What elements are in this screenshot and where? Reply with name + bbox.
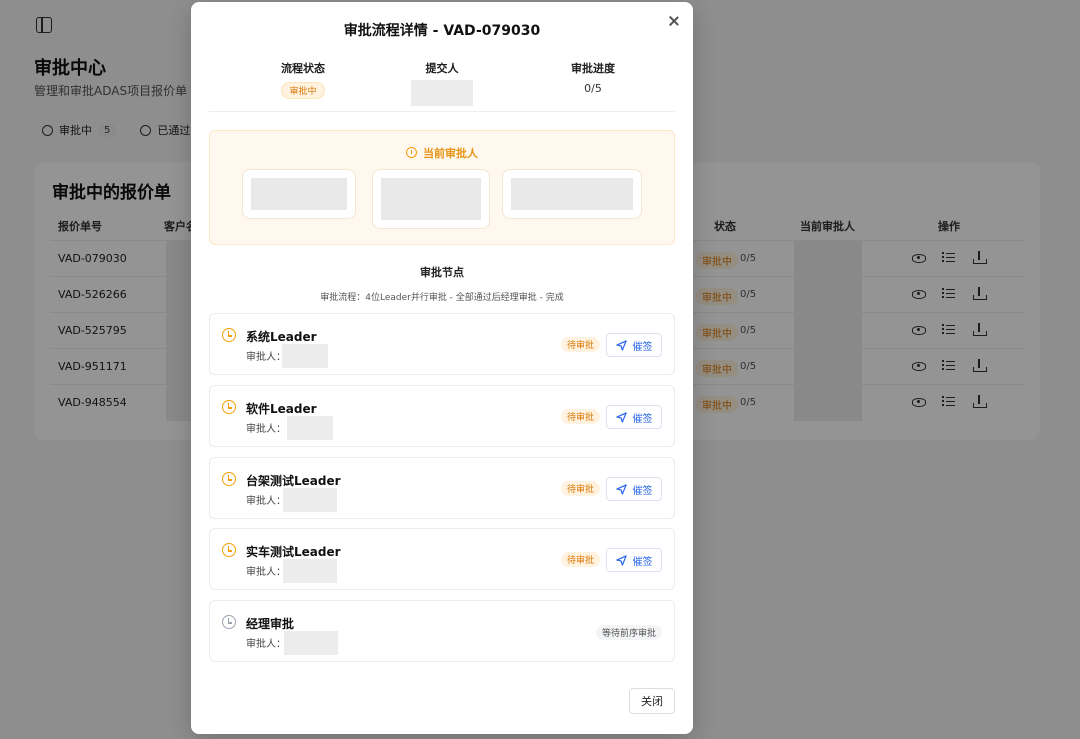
status-badge: 待审批 — [560, 481, 600, 496]
close-button[interactable]: 关闭 — [629, 688, 675, 714]
current-approvers-title: 当前审批人 — [210, 145, 674, 161]
submitter-label: 提交人 — [425, 62, 459, 75]
node-name: 实车测试Leader — [246, 545, 341, 559]
node-name: 台架测试Leader — [246, 474, 341, 488]
approver-redacted — [251, 178, 347, 210]
approver-redacted — [287, 416, 333, 440]
summary-status: 流程状态 审批中 — [223, 60, 383, 99]
approval-node-vehicle-test: 实车测试Leader 审批人： 待审批 催签 — [209, 528, 675, 590]
status-badge: 待审批 — [560, 337, 600, 352]
remind-label: 催签 — [632, 413, 653, 425]
nodes-description: 审批流程：4位Leader并行审批 - 全部通过后经理审批 - 完成 — [320, 293, 564, 303]
node-approver-label: 审批人： — [246, 424, 286, 435]
approval-node-system: 系统Leader 审批人： 待审批 催签 — [209, 313, 675, 375]
status-badge: 待审批 — [560, 552, 600, 567]
send-icon — [615, 483, 627, 495]
clock-icon — [222, 615, 236, 629]
current-approvers-label: 当前审批人 — [423, 147, 478, 160]
summary-submitter: 提交人 — [362, 60, 522, 110]
approver-card — [502, 169, 642, 219]
node-approver-label: 审批人： — [246, 567, 286, 578]
progress-label: 审批进度 — [571, 62, 615, 75]
remind-label: 催签 — [632, 485, 653, 497]
approver-redacted — [511, 178, 633, 210]
flow-summary: 流程状态 审批中 提交人 审批进度 0/5 — [209, 60, 675, 112]
clock-icon — [222, 400, 236, 414]
nodes-title: 审批节点 — [420, 266, 464, 279]
node-name: 系统Leader — [246, 330, 317, 344]
remind-button[interactable]: 催签 — [606, 333, 662, 357]
clock-icon — [222, 543, 236, 557]
approver-redacted — [283, 488, 337, 512]
approver-card — [372, 169, 490, 229]
approver-redacted — [282, 344, 328, 368]
remind-button[interactable]: 催签 — [606, 477, 662, 501]
node-approver-label: 审批人： — [246, 639, 286, 650]
approval-flow-modal: 审批流程详情 - VAD-079030 流程状态 审批中 提交人 审批进度 0/… — [191, 2, 693, 734]
summary-progress: 审批进度 0/5 — [513, 60, 673, 95]
status-badge: 审批中 — [281, 82, 325, 99]
submitter-redacted — [411, 80, 473, 106]
node-name: 经理审批 — [246, 617, 295, 631]
modal-title: 审批流程详情 - VAD-079030 — [343, 23, 541, 39]
clock-icon — [222, 328, 236, 342]
send-icon — [615, 339, 627, 351]
send-icon — [615, 411, 627, 423]
status-badge: 待审批 — [560, 409, 600, 424]
clock-icon — [222, 472, 236, 486]
approval-node-software: 软件Leader 审批人： 待审批 催签 — [209, 385, 675, 447]
approver-redacted — [284, 631, 338, 655]
clock-icon — [406, 147, 417, 158]
current-approvers-panel: 当前审批人 — [209, 130, 675, 245]
remind-button[interactable]: 催签 — [606, 405, 662, 429]
node-approver-label: 审批人： — [246, 352, 286, 363]
status-badge: 等待前序审批 — [595, 625, 662, 640]
send-icon — [615, 554, 627, 566]
close-icon[interactable] — [667, 14, 681, 28]
remind-button[interactable]: 催签 — [606, 548, 662, 572]
remind-label: 催签 — [632, 556, 653, 568]
remind-label: 催签 — [632, 341, 653, 353]
approval-node-manager: 经理审批 审批人： 等待前序审批 — [209, 600, 675, 662]
approver-redacted — [381, 178, 481, 220]
node-name: 软件Leader — [246, 402, 317, 416]
approval-node-bench-test: 台架测试Leader 审批人： 待审批 催签 — [209, 457, 675, 519]
status-label: 流程状态 — [281, 62, 325, 75]
progress-value: 0/5 — [584, 82, 602, 95]
approver-card — [242, 169, 356, 219]
node-approver-label: 审批人： — [246, 496, 286, 507]
approver-redacted — [283, 559, 337, 583]
